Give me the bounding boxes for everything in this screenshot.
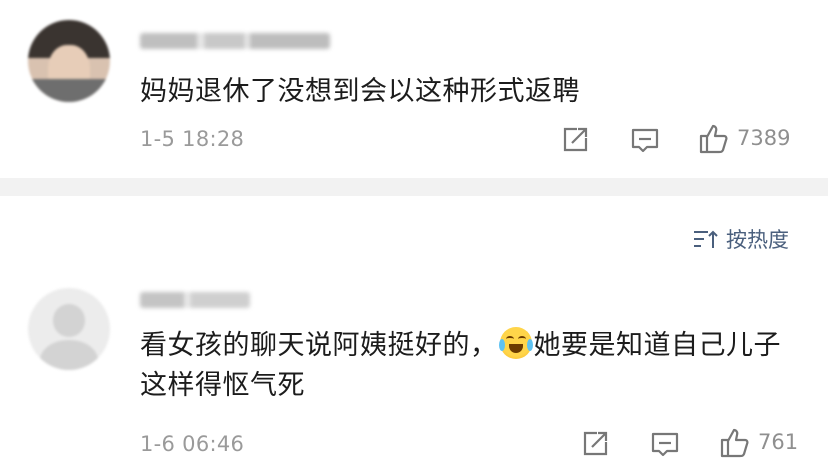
comment-text: 妈妈退休了没想到会以这种形式返聘	[140, 76, 580, 107]
sort-label: 按热度	[726, 228, 789, 252]
comment-item: 妈妈退休了没想到会以这种形式返聘 1-5 18:28 7389	[0, 0, 828, 178]
share-icon	[563, 127, 588, 152]
like-button[interactable]: 7389	[697, 122, 790, 154]
comment-time: 1-6 06:46	[140, 432, 245, 456]
share-button[interactable]	[561, 126, 589, 154]
share-icon	[583, 431, 608, 456]
reply-button[interactable]	[630, 126, 660, 156]
sort-icon	[694, 230, 718, 248]
like-button[interactable]: 761	[718, 426, 798, 458]
username-blurred[interactable]	[140, 292, 250, 308]
laughing-crying-emoji-icon	[498, 327, 533, 359]
comment-icon	[631, 128, 659, 153]
sort-hot-button[interactable]: 按热度	[692, 224, 789, 254]
comment-item: 看女孩的聊天说阿姨挺好的， 她要是知道自己儿子这样得怄气死 1-6 06:46 7…	[0, 268, 828, 469]
avatar[interactable]	[28, 288, 110, 370]
share-button[interactable]	[581, 430, 609, 458]
avatar[interactable]	[28, 20, 110, 102]
like-count: 761	[758, 430, 799, 454]
comment-text: 看女孩的聊天说阿姨挺好的， 她要是知道自己儿子这样得怄气死	[140, 326, 800, 406]
thumbs-up-icon	[699, 124, 728, 154]
like-count: 7389	[737, 126, 791, 150]
username-blurred[interactable]	[140, 33, 330, 49]
section-divider	[0, 178, 828, 196]
reply-button[interactable]	[650, 430, 680, 460]
comment-text-part: 看女孩的聊天说阿姨挺好的，	[140, 330, 498, 361]
thumbs-up-icon	[720, 428, 749, 458]
comment-icon	[651, 432, 679, 457]
comment-time: 1-5 18:28	[140, 127, 245, 151]
